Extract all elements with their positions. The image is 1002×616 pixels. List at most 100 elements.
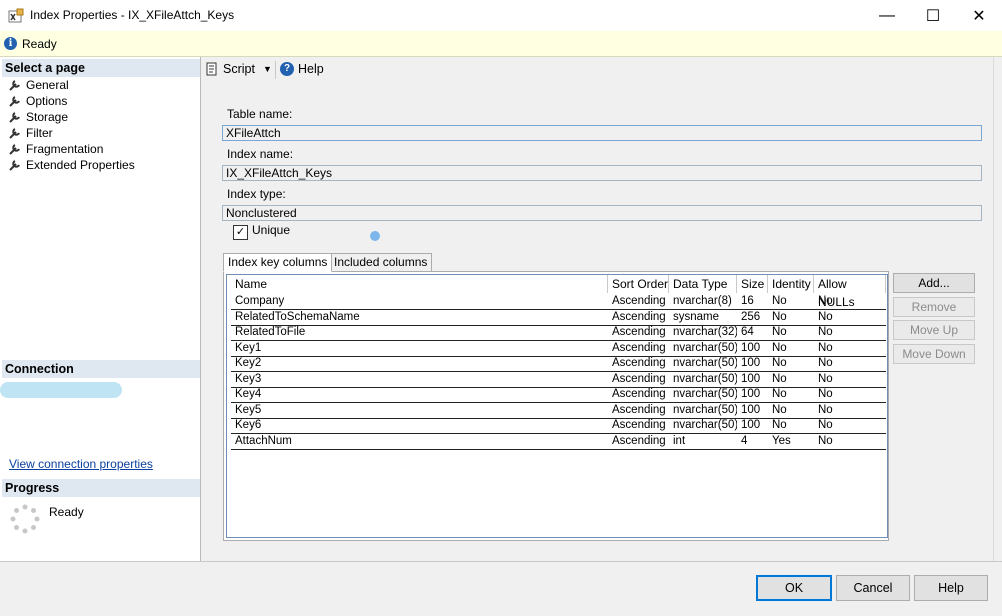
ok-button[interactable]: OK [756, 575, 832, 601]
cell-identity[interactable]: No [768, 294, 814, 309]
info-icon: i [4, 37, 17, 50]
remove-button[interactable]: Remove [893, 297, 975, 317]
cell-sort-order[interactable]: Ascending [608, 372, 669, 387]
cell-data-type[interactable]: nvarchar(8) [669, 294, 737, 309]
tab-included-columns[interactable]: Included columns [329, 253, 433, 272]
cell-identity[interactable]: No [768, 325, 814, 340]
column-header-name[interactable]: Name [231, 275, 608, 293]
cell-size[interactable]: 4 [737, 434, 768, 449]
cell-size[interactable]: 16 [737, 294, 768, 309]
close-button[interactable]: ✕ [956, 0, 1002, 31]
column-header-sort-order[interactable]: Sort Order [608, 275, 669, 293]
page-item-general[interactable]: General [8, 77, 69, 93]
page-item-storage[interactable]: Storage [8, 109, 68, 125]
cell-name[interactable]: RelatedToFile [231, 325, 608, 340]
cell-size[interactable]: 100 [737, 356, 768, 371]
unique-checkbox[interactable]: ✓ [233, 225, 248, 240]
cell-size[interactable]: 100 [737, 403, 768, 418]
cell-sort-order[interactable]: Ascending [608, 403, 669, 418]
cell-allow-nulls[interactable]: No [814, 434, 886, 449]
index-type-label: Index type: [227, 187, 286, 201]
column-header-data-type[interactable]: Data Type [669, 275, 737, 293]
cell-identity[interactable]: Yes [768, 434, 814, 449]
cell-size[interactable]: 100 [737, 387, 768, 402]
cell-allow-nulls[interactable]: No [814, 372, 886, 387]
table-name-field[interactable]: XFileAttch [222, 125, 982, 141]
cell-name[interactable]: Key4 [231, 387, 608, 402]
cell-allow-nulls[interactable]: No [814, 341, 886, 356]
page-item-filter[interactable]: Filter [8, 125, 53, 141]
cell-allow-nulls[interactable]: No [814, 294, 886, 309]
cancel-button[interactable]: Cancel [836, 575, 910, 601]
cell-allow-nulls[interactable]: No [814, 310, 886, 325]
cell-sort-order[interactable]: Ascending [608, 418, 669, 433]
script-label: Script [223, 62, 255, 76]
maximize-button[interactable]: ☐ [910, 0, 956, 31]
cell-sort-order[interactable]: Ascending [608, 310, 669, 325]
cell-allow-nulls[interactable]: No [814, 403, 886, 418]
cell-identity[interactable]: No [768, 372, 814, 387]
cell-identity[interactable]: No [768, 341, 814, 356]
cell-data-type[interactable]: nvarchar(32) [669, 325, 737, 340]
cell-name[interactable]: Key1 [231, 341, 608, 356]
cell-size[interactable]: 100 [737, 372, 768, 387]
vertical-scrollbar[interactable] [993, 57, 1002, 561]
page-item-label: Filter [26, 126, 53, 140]
cell-size[interactable]: 100 [737, 418, 768, 433]
page-item-extended-properties[interactable]: Extended Properties [8, 157, 135, 173]
cell-allow-nulls[interactable]: No [814, 325, 886, 340]
cell-size[interactable]: 100 [737, 341, 768, 356]
cell-identity[interactable]: No [768, 310, 814, 325]
toolbar-separator [275, 61, 276, 79]
index-type-field[interactable]: Nonclustered [222, 205, 982, 221]
cell-identity[interactable]: No [768, 418, 814, 433]
page-item-label: Fragmentation [26, 142, 104, 156]
cell-allow-nulls[interactable]: No [814, 418, 886, 433]
cell-sort-order[interactable]: Ascending [608, 387, 669, 402]
move-up-button[interactable]: Move Up [893, 320, 975, 340]
cell-data-type[interactable]: nvarchar(50) [669, 372, 737, 387]
cell-data-type[interactable]: nvarchar(50) [669, 418, 737, 433]
index-name-field[interactable]: IX_XFileAttch_Keys [222, 165, 982, 181]
add-button[interactable]: Add... [893, 273, 975, 293]
cell-name[interactable]: Key3 [231, 372, 608, 387]
cell-allow-nulls[interactable]: No [814, 387, 886, 402]
page-item-fragmentation[interactable]: Fragmentation [8, 141, 103, 157]
cell-size[interactable]: 64 [737, 325, 768, 340]
minimize-button[interactable]: — [864, 0, 910, 31]
cell-data-type[interactable]: int [669, 434, 737, 449]
cell-identity[interactable]: No [768, 403, 814, 418]
cell-data-type[interactable]: nvarchar(50) [669, 356, 737, 371]
wrench-icon [9, 96, 20, 107]
cell-sort-order[interactable]: Ascending [608, 294, 669, 309]
cell-name[interactable]: AttachNum [231, 434, 608, 449]
cell-data-type[interactable]: nvarchar(50) [669, 387, 737, 402]
help-toolbar-button[interactable]: ? Help [280, 62, 324, 76]
script-button[interactable]: Script ▼ [205, 62, 272, 76]
cell-name[interactable]: Key5 [231, 403, 608, 418]
page-item-options[interactable]: Options [8, 93, 67, 109]
cell-size[interactable]: 256 [737, 310, 768, 325]
cell-sort-order[interactable]: Ascending [608, 356, 669, 371]
help-button[interactable]: Help [914, 575, 988, 601]
tab-index-key-columns[interactable]: Index key columns [223, 253, 333, 272]
column-header-size[interactable]: Size [737, 275, 768, 293]
cell-sort-order[interactable]: Ascending [608, 434, 669, 449]
column-header-identity[interactable]: Identity [768, 275, 814, 293]
cell-name[interactable]: Key2 [231, 356, 608, 371]
view-connection-link[interactable]: View connection properties [9, 457, 153, 471]
cell-allow-nulls[interactable]: No [814, 356, 886, 371]
cell-identity[interactable]: No [768, 356, 814, 371]
cell-name[interactable]: Key6 [231, 418, 608, 433]
cell-data-type[interactable]: nvarchar(50) [669, 403, 737, 418]
cell-identity[interactable]: No [768, 387, 814, 402]
page-item-label: Options [26, 94, 68, 108]
cell-name[interactable]: Company [231, 294, 608, 309]
cell-sort-order[interactable]: Ascending [608, 325, 669, 340]
cell-name[interactable]: RelatedToSchemaName [231, 310, 608, 325]
column-header-allow-nulls[interactable]: Allow NULLs [814, 275, 886, 309]
cell-data-type[interactable]: nvarchar(50) [669, 341, 737, 356]
cell-data-type[interactable]: sysname [669, 310, 737, 325]
move-down-button[interactable]: Move Down [893, 344, 975, 364]
cell-sort-order[interactable]: Ascending [608, 341, 669, 356]
